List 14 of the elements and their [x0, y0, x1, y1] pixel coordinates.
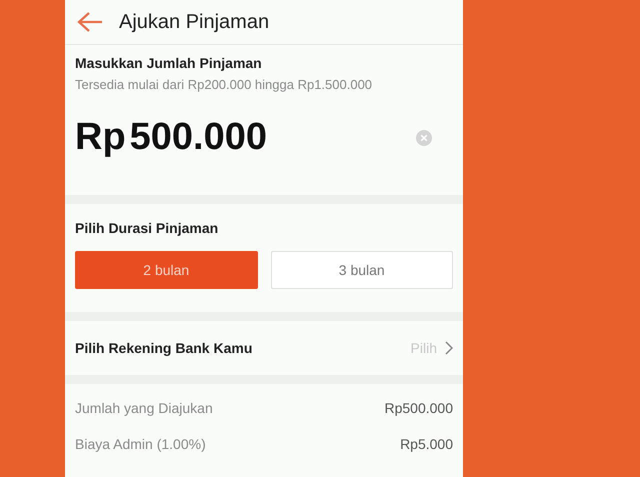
summary-value: Rp5.000: [400, 436, 453, 452]
duration-label: Pilih Durasi Pinjaman: [75, 220, 220, 236]
summary-value: Rp500.000: [384, 400, 453, 416]
summary-label: Jumlah yang Diajukan: [75, 400, 213, 416]
duration-option[interactable]: 3 bulan: [270, 251, 453, 289]
amount-field[interactable]: Rp500.000: [75, 116, 268, 159]
amount-label: Masukkan Jumlah Pinjaman: [75, 55, 263, 71]
summary-label: Biaya Admin (1.00%): [75, 436, 206, 452]
back-arrow-icon[interactable]: [77, 12, 103, 32]
page-title: Ajukan Pinjaman: [119, 10, 270, 34]
amount-hint: Tersedia mulai dari Rp200.000 hingga Rp1.500.000: [75, 77, 374, 92]
bank-label: Pilih Rekening Bank Kamu: [75, 340, 252, 356]
chevron-right-icon[interactable]: [445, 341, 453, 355]
duration-option[interactable]: 2 bulan: [75, 251, 258, 289]
